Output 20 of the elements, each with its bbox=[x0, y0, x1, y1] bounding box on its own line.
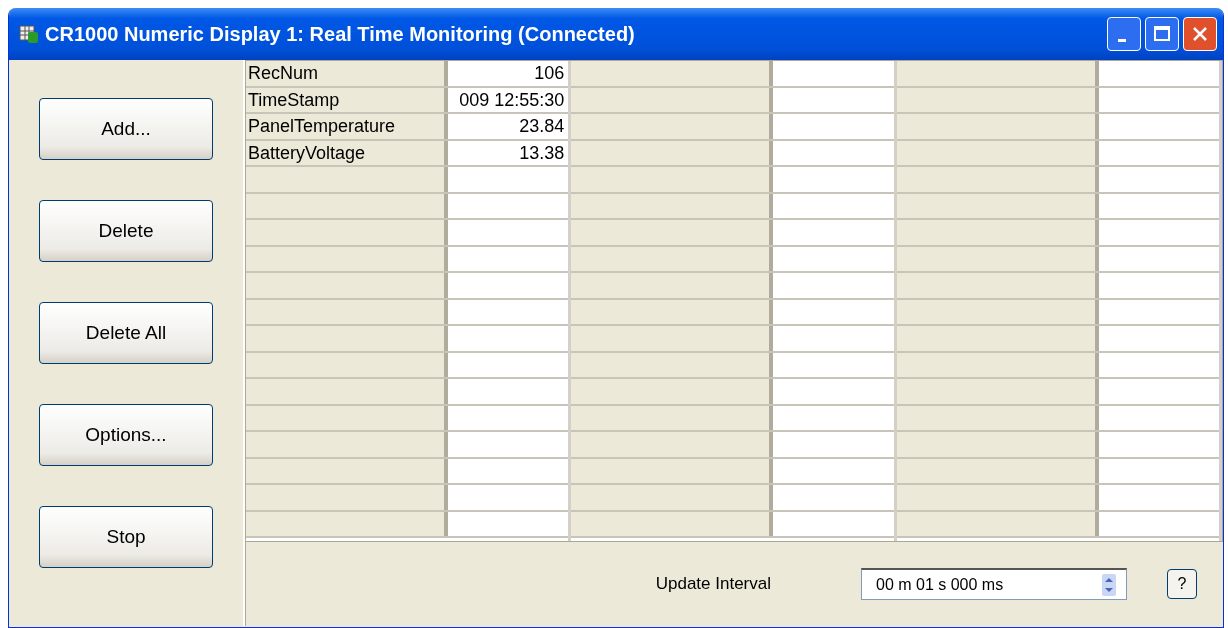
grid-icon bbox=[19, 24, 39, 44]
update-interval-label: Update Interval bbox=[655, 574, 771, 594]
update-interval-field[interactable]: 00 m 01 s 000 ms bbox=[861, 568, 1127, 600]
minimize-icon bbox=[1118, 38, 1126, 42]
spinner-arrows-icon[interactable] bbox=[1102, 573, 1116, 596]
field-name-cell: TimeStamp bbox=[246, 87, 448, 112]
action-button[interactable]: Delete All bbox=[39, 302, 213, 364]
maximize-icon bbox=[1152, 24, 1172, 44]
close-button[interactable] bbox=[1183, 17, 1217, 51]
action-button[interactable]: Stop bbox=[39, 506, 213, 568]
field-name-cell: PanelTemperature bbox=[246, 114, 448, 139]
field-name-cell: RecNum bbox=[246, 61, 448, 86]
help-button[interactable]: ? bbox=[1167, 569, 1197, 599]
minimize-button[interactable] bbox=[1107, 17, 1141, 51]
maximize-button[interactable] bbox=[1145, 17, 1179, 51]
action-button[interactable]: Options... bbox=[39, 404, 213, 466]
action-button[interactable]: Add... bbox=[39, 98, 213, 160]
action-button[interactable]: Delete bbox=[39, 200, 213, 262]
field-name-cell: BatteryVoltage bbox=[246, 140, 448, 165]
window-title: CR1000 Numeric Display 1: Real Time Monitoring (Connected) bbox=[45, 22, 636, 46]
